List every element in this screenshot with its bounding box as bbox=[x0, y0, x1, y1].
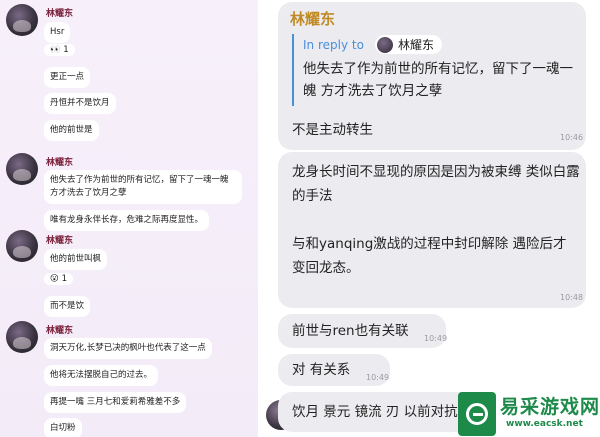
surprised-emoji-icon: 😮 bbox=[50, 274, 59, 284]
message-text: 不是主动转生 bbox=[292, 122, 373, 138]
chat-message: 洞天万化,长梦已决的枫叶也代表了这一点 bbox=[44, 338, 212, 359]
message-text: 前世与ren也有关联 bbox=[292, 323, 409, 339]
chat-message: 更正一点 bbox=[44, 67, 91, 88]
right-chat-screenshot: 林耀东 In reply to 林耀东 他失去了作为前世的所有记忆，留下了一魂一… bbox=[258, 0, 600, 437]
chat-message: 再提一嘴 三月七和爱莉希雅差不多 bbox=[44, 392, 187, 413]
sender-name: 林耀东 bbox=[290, 10, 336, 28]
sender-name: 林耀东 bbox=[46, 236, 74, 246]
message-text: 龙身长时间不显现的原因是因为被束缚 类似白露的手法 与和yanqing激战的过程… bbox=[292, 164, 580, 276]
reaction-badge[interactable]: 👀 1 bbox=[44, 44, 75, 56]
chat-message: 他的前世是 bbox=[44, 120, 99, 141]
site-watermark: 易采游戏网 www.eacsk.net bbox=[458, 390, 600, 437]
chat-message: 他失去了作为前世的所有记忆，留下了一魂一魄 方才洗去了饮月之孽 bbox=[44, 170, 242, 204]
eyes-emoji-icon: 👀 bbox=[50, 45, 61, 55]
message-time: 10:49 bbox=[424, 334, 448, 343]
reply-quote[interactable]: In reply to 林耀东 他失去了作为前世的所有记忆，留下了一魂一魄 方才… bbox=[292, 34, 578, 106]
sender-name: 林耀东 bbox=[46, 326, 74, 336]
sender-avatar[interactable] bbox=[6, 4, 38, 36]
sender-avatar[interactable] bbox=[6, 153, 38, 185]
reply-quote-text: 他失去了作为前世的所有记忆，留下了一魂一魄 方才洗去了饮月之孽 bbox=[303, 61, 573, 99]
message-time: 10:49 bbox=[366, 373, 390, 382]
chat-message: 而不是饮 bbox=[44, 296, 91, 317]
message-time: 10:48 bbox=[560, 293, 584, 302]
site-logo-icon bbox=[458, 392, 496, 436]
message-time: 10:46 bbox=[560, 133, 584, 142]
reply-link[interactable]: In reply to bbox=[303, 38, 364, 52]
chat-message: 白切粉 bbox=[44, 418, 82, 437]
sender-avatar[interactable] bbox=[6, 321, 38, 353]
reaction-count: 1 bbox=[63, 45, 69, 55]
reply-user-chip[interactable]: 林耀东 bbox=[375, 35, 443, 54]
chat-message: 他将无法摆脱自己的过去。 bbox=[44, 365, 159, 386]
chat-message: Hsr bbox=[44, 22, 71, 43]
chat-message: 唯有龙身永伴长存，危难之际再度显性。 bbox=[44, 210, 210, 231]
watermark-url: www.eacsk.net bbox=[506, 419, 583, 429]
sender-name: 林耀东 bbox=[46, 158, 74, 168]
chat-message: 丹恒并不是饮月 bbox=[44, 93, 116, 114]
message-text: 对 有关系 bbox=[292, 362, 351, 378]
reply-user-name: 林耀东 bbox=[398, 38, 435, 52]
sender-avatar[interactable] bbox=[6, 230, 38, 262]
reaction-badge[interactable]: 😮 1 bbox=[44, 273, 73, 285]
watermark-title: 易采游戏网 bbox=[500, 396, 600, 418]
sender-name: 林耀东 bbox=[46, 9, 74, 19]
left-chat-screenshot: 林耀东 Hsr 👀 1 更正一点 丹恒并不是饮月 他的前世是 林耀东 他失去了作… bbox=[0, 0, 258, 437]
chat-message: 他的前世叫枫 bbox=[44, 249, 108, 270]
reaction-count: 1 bbox=[61, 274, 67, 284]
reply-avatar bbox=[377, 36, 394, 53]
message-text: 饮月 景元 镜流 刃 以前对抗 bbox=[292, 404, 458, 420]
